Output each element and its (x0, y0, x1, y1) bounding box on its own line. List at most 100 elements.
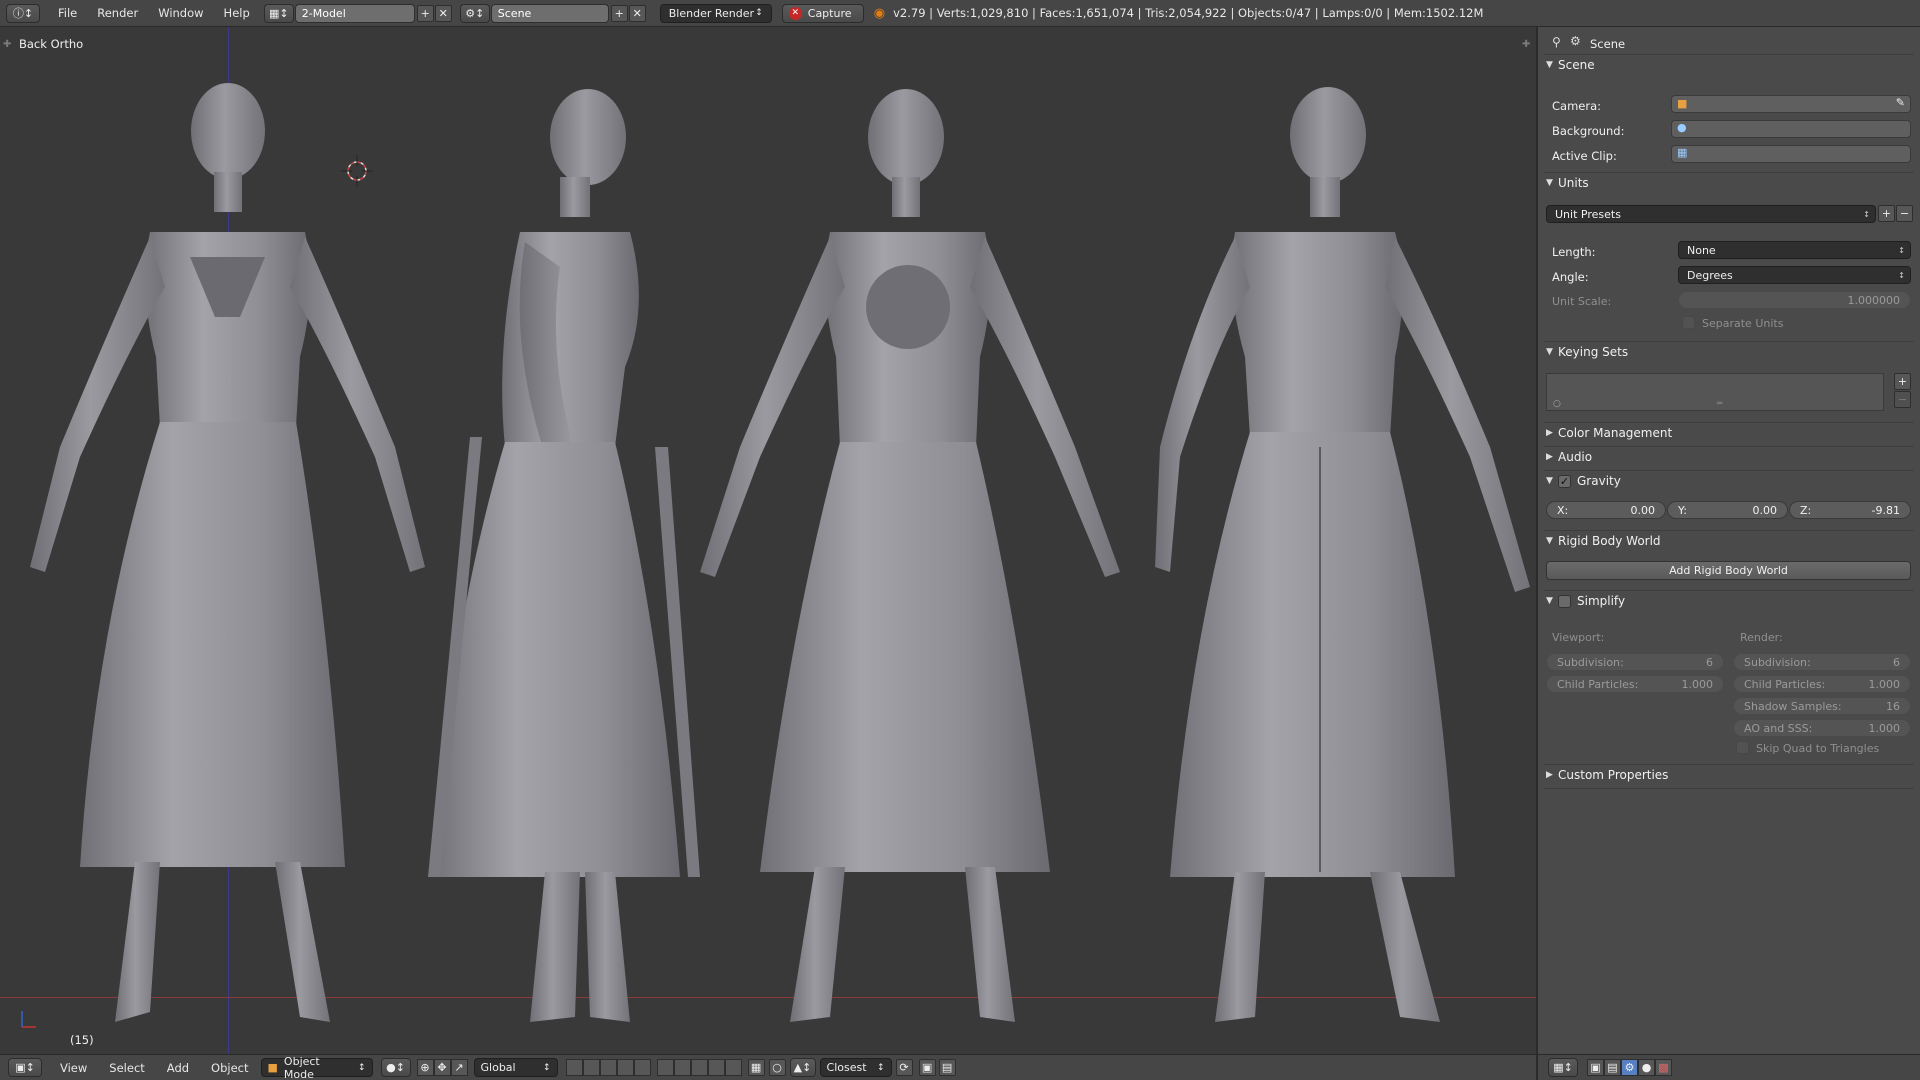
keying-sets-section-header[interactable]: ▼ Keying Sets (1546, 342, 1911, 362)
pin-icon[interactable]: ⚲ (1552, 35, 1561, 49)
3d-viewport[interactable]: Back Ortho ✚ ✚ (15) (0, 27, 1536, 1054)
pivot-point-button[interactable]: ⊕ (416, 1059, 434, 1076)
add-layout-button[interactable]: + (416, 4, 434, 22)
model-front-view[interactable] (30, 83, 425, 1022)
dropdown-arrows-icon: ↕ (1898, 270, 1905, 280)
snap-element-button[interactable]: ▲↕ (789, 1058, 816, 1077)
add-scene-button[interactable]: + (610, 4, 628, 22)
rigid-body-section-header[interactable]: ▼ Rigid Body World (1546, 531, 1911, 551)
snap-target-dropdown[interactable]: Closest ↕ (819, 1058, 892, 1077)
texture-tab[interactable]: ▩ (1655, 1059, 1672, 1076)
color-management-section-header[interactable]: ▶ Color Management (1546, 423, 1911, 443)
render-tab[interactable]: ▣ (1587, 1059, 1604, 1076)
layer-button[interactable] (690, 1059, 708, 1076)
model-three-quarter-view[interactable] (1155, 87, 1530, 1022)
camera-field[interactable]: ■ ✎ (1671, 95, 1911, 113)
close-icon: ✕ (438, 6, 448, 20)
layer-button[interactable] (599, 1059, 617, 1076)
menu-object[interactable]: Object (201, 1061, 258, 1075)
add-preset-button[interactable]: + (1878, 205, 1895, 222)
layout-name-field[interactable]: 2-Model (294, 3, 415, 23)
angle-dropdown[interactable]: Degrees ↕ (1678, 266, 1911, 284)
simplify-section-header[interactable]: ▼ Simplify (1546, 591, 1911, 611)
editor-type-3d-button[interactable]: ▣↕ (8, 1058, 42, 1077)
lock-layers-button[interactable]: ▦ (747, 1059, 765, 1076)
scene-section-header[interactable]: ▼ Scene (1546, 55, 1911, 75)
custom-properties-section-header[interactable]: ▶ Custom Properties (1546, 765, 1911, 785)
remove-preset-button[interactable]: − (1896, 205, 1913, 222)
menu-view[interactable]: View (50, 1061, 97, 1075)
render-animation-button[interactable]: ▤ (938, 1059, 956, 1076)
menu-window[interactable]: Window (148, 3, 213, 23)
active-clip-field[interactable]: ▦ (1671, 145, 1911, 163)
eyedropper-icon[interactable]: ✎ (1896, 96, 1905, 109)
simplify-checkbox[interactable] (1558, 594, 1571, 608)
axis-gizmo-icon (21, 1011, 36, 1028)
editor-type-properties-button[interactable]: ▦↕ (1548, 1058, 1578, 1077)
layer-button[interactable] (582, 1059, 600, 1076)
gravity-x-field[interactable]: X: 0.00 (1546, 501, 1666, 519)
proportional-edit-button[interactable]: ○ (768, 1059, 786, 1076)
orientation-dropdown[interactable]: Global ↕ (473, 1058, 558, 1077)
model-side-view[interactable] (428, 89, 700, 1022)
manipulator-toggle[interactable]: ✥ (433, 1059, 451, 1076)
scene-selector-button[interactable]: ⚙↕ (459, 3, 490, 23)
layout-selector-button[interactable]: ▦↕ (263, 3, 294, 23)
scene-name-field[interactable]: Scene (490, 3, 609, 23)
translate-manipulator-button[interactable]: ↗ (450, 1059, 468, 1076)
audio-section-header[interactable]: ▶ Audio (1546, 447, 1911, 467)
layer-button[interactable] (656, 1059, 674, 1076)
model-back-view[interactable] (700, 89, 1120, 1022)
manipulator-icon: ✥ (437, 1061, 447, 1074)
list-resize-icon[interactable]: ═ (1717, 399, 1722, 409)
delete-layout-button[interactable]: ✕ (434, 4, 452, 22)
add-rigid-body-world-button[interactable]: Add Rigid Body World (1546, 561, 1911, 580)
background-label: Background: (1552, 124, 1625, 138)
add-keying-set-button[interactable]: + (1894, 373, 1911, 390)
camera-label: Camera: (1552, 99, 1602, 113)
keying-sets-title: Keying Sets (1558, 345, 1629, 359)
scene-section-title: Scene (1558, 58, 1595, 72)
render-engine-dropdown[interactable]: Blender Render ↕ (659, 3, 772, 23)
render-preview-button[interactable]: ▣ (918, 1059, 936, 1076)
keying-sets-list[interactable]: ═ ○ (1546, 373, 1884, 411)
length-dropdown[interactable]: None ↕ (1678, 241, 1911, 259)
render-layers-tab[interactable]: ▤ (1604, 1059, 1621, 1076)
snap-rotation-button[interactable]: ⟳ (895, 1059, 913, 1076)
delete-scene-button[interactable]: ✕ (628, 4, 646, 22)
mode-dropdown[interactable]: ■ Object Mode ↕ (260, 1055, 373, 1080)
menu-add[interactable]: Add (157, 1061, 199, 1075)
collapsed-triangle-icon: ▶ (1546, 428, 1553, 438)
viewport-shading-button[interactable]: ●↕ (380, 1058, 411, 1077)
unit-presets-dropdown[interactable]: Unit Presets ↕ (1546, 205, 1876, 223)
layer-button[interactable] (673, 1059, 691, 1076)
scene-icon: ⚙↕ (465, 6, 485, 20)
background-field[interactable]: ● (1671, 120, 1911, 138)
scene-tab[interactable]: ⚙ (1621, 1059, 1638, 1076)
gravity-section-header[interactable]: ▼ ✓ Gravity (1546, 471, 1911, 491)
layer-button[interactable] (724, 1059, 742, 1076)
gravity-y-field[interactable]: Y: 0.00 (1667, 501, 1788, 519)
list-filter-icon[interactable]: ○ (1553, 399, 1561, 409)
expanded-triangle-icon: ▼ (1546, 347, 1553, 357)
color-management-title: Color Management (1558, 426, 1673, 440)
layer-button[interactable] (565, 1059, 583, 1076)
remove-keying-set-button[interactable]: − (1894, 391, 1911, 408)
menu-help[interactable]: Help (214, 3, 260, 23)
expanded-triangle-icon: ▼ (1546, 596, 1553, 606)
plus-icon: + (420, 6, 430, 20)
gravity-z-field[interactable]: Z: -9.81 (1789, 501, 1911, 519)
layer-button[interactable] (707, 1059, 725, 1076)
scene-context-icon: ⚙ (1570, 34, 1581, 48)
layer-button[interactable] (616, 1059, 634, 1076)
menu-select[interactable]: Select (99, 1061, 154, 1075)
editor-type-button[interactable]: ⓘ↕ (6, 3, 40, 23)
3d-cursor-icon[interactable] (341, 155, 373, 187)
menu-render[interactable]: Render (87, 3, 148, 23)
menu-file[interactable]: File (48, 3, 87, 23)
layer-button[interactable] (633, 1059, 651, 1076)
units-section-header[interactable]: ▼ Units (1546, 173, 1911, 193)
world-tab[interactable]: ● (1638, 1059, 1655, 1076)
gravity-checkbox[interactable]: ✓ (1558, 474, 1571, 488)
capture-button[interactable]: ✕ Capture (781, 3, 864, 23)
